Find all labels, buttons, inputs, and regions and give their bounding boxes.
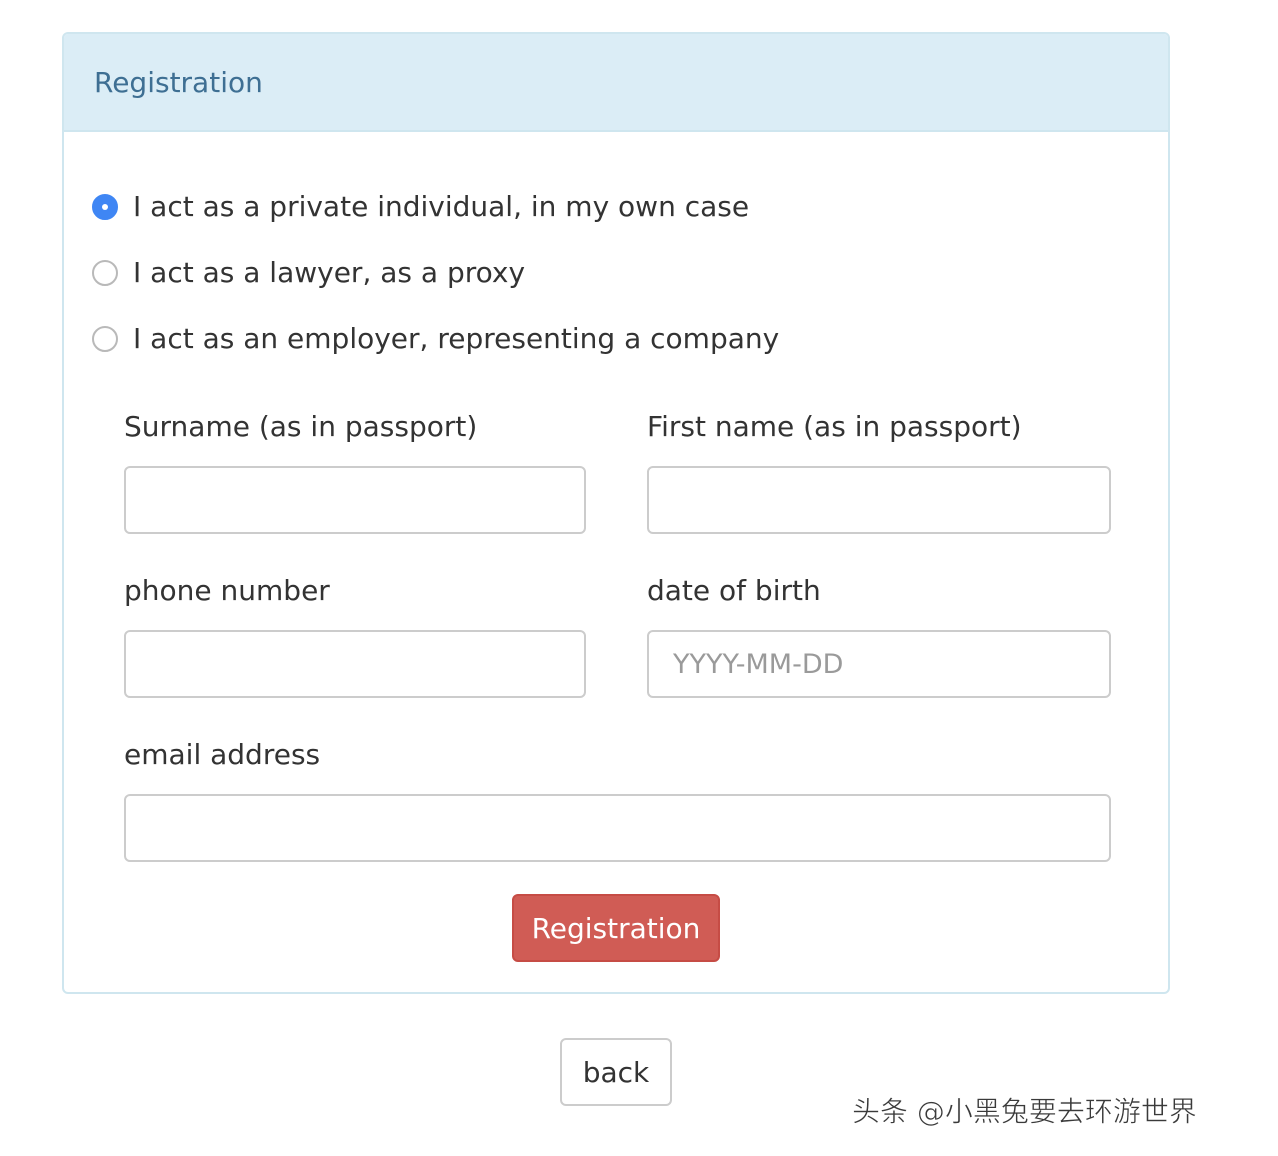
radio-label-private-individual[interactable]: I act as a private individual, in my own… [133, 189, 749, 225]
role-radio-group: I act as a private individual, in my own… [92, 189, 779, 390]
radio-label-lawyer[interactable]: I act as a lawyer, as a proxy [133, 255, 525, 291]
panel-heading: Registration [64, 34, 1168, 132]
radio-button-lawyer[interactable] [92, 260, 118, 286]
first-name-label: First name (as in passport) [647, 410, 1022, 443]
radio-option-employer[interactable]: I act as an employer, representing a com… [92, 321, 779, 390]
radio-option-private-individual[interactable]: I act as a private individual, in my own… [92, 189, 779, 258]
panel-title: Registration [94, 65, 263, 99]
date-of-birth-input[interactable] [647, 630, 1111, 698]
date-of-birth-label: date of birth [647, 574, 821, 607]
email-address-label: email address [124, 738, 321, 771]
surname-input[interactable] [124, 466, 586, 534]
surname-label: Surname (as in passport) [124, 410, 478, 443]
email-address-input[interactable] [124, 794, 1111, 862]
registration-button[interactable]: Registration [512, 894, 720, 962]
registration-panel: Registration I act as a private individu… [62, 32, 1170, 994]
back-button[interactable]: back [560, 1038, 672, 1106]
radio-button-private-individual[interactable] [92, 194, 118, 220]
watermark-text: 头条 @小黑兔要去环游世界 [852, 1095, 1198, 1129]
radio-label-employer[interactable]: I act as an employer, representing a com… [133, 321, 779, 357]
phone-number-label: phone number [124, 574, 330, 607]
radio-option-lawyer[interactable]: I act as a lawyer, as a proxy [92, 255, 779, 324]
first-name-input[interactable] [647, 466, 1111, 534]
phone-number-input[interactable] [124, 630, 586, 698]
radio-button-employer[interactable] [92, 326, 118, 352]
